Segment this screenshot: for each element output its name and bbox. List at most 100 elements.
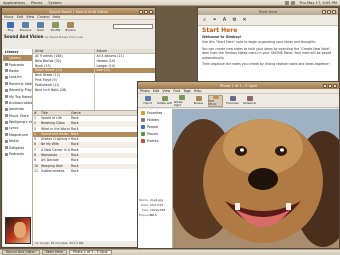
tag-label: Events: [147, 138, 159, 143]
fspot-tool-rotate-right[interactable]: Rotate Right: [174, 94, 189, 107]
clock[interactable]: Thu May 17, 4:05 PM: [296, 1, 340, 5]
source-icon: [5, 75, 8, 79]
previous-button[interactable]: Previous: [19, 21, 32, 32]
fspot-tool-slideshow[interactable]: Slideshow: [242, 95, 257, 107]
artist-row[interactable]: Nine Inch Nails (28): [33, 88, 94, 93]
fspot-tool-fullscreen[interactable]: Fullscreen: [225, 95, 240, 107]
source-label: Nokia: [9, 139, 19, 144]
source-label: Podcasts: [9, 152, 24, 157]
places-menu[interactable]: Places: [28, 1, 45, 5]
menu-view[interactable]: View: [26, 15, 34, 19]
fspot-tool-label: Browse: [193, 102, 204, 105]
maximize-button[interactable]: [327, 9, 331, 14]
source-label: Lyrics: [9, 126, 19, 131]
track-number: 11: [34, 168, 39, 173]
fspot-tool-label: Rotate Right: [174, 100, 183, 107]
tag-item[interactable]: Events: [138, 137, 172, 144]
source-label: Magnatune: [9, 132, 29, 137]
maximize-button[interactable]: [144, 9, 148, 14]
col-number[interactable]: #: [33, 111, 40, 115]
rhythmbox-titlebar[interactable]: Sound Booth | Sound Andi Vision: [2, 8, 155, 15]
fspot-tool-label: Edit Photo: [209, 99, 217, 106]
tag-item[interactable]: People: [138, 123, 172, 130]
fspot-tool-rotate-left[interactable]: Rotate Left: [157, 95, 172, 107]
close-button[interactable]: [332, 9, 336, 14]
source-icon: [5, 56, 8, 60]
tools-icon[interactable]: ⚙: [230, 16, 239, 25]
maximize-button[interactable]: [328, 83, 332, 88]
source-item[interactable]: Podcasts: [3, 151, 32, 157]
fspot-window: Photo 1 of 1 - F-Spot Photo Edit View Fi…: [137, 81, 340, 249]
search-input[interactable]: [113, 24, 153, 29]
tag-icon: [141, 124, 145, 129]
menu-view[interactable]: View: [162, 89, 170, 93]
source-label: Jamendo: [9, 107, 24, 112]
tag-label: Hidden: [147, 117, 160, 122]
rhythmbox-title: Sound Booth | Sound Andi Vision: [49, 9, 108, 14]
rotate-right-icon: [178, 94, 185, 100]
play-button[interactable]: Play: [4, 21, 17, 32]
shuffle-button[interactable]: Shuffle: [49, 21, 62, 32]
link-icon[interactable]: ⚭: [210, 16, 219, 25]
bottom-panel: Sound And Vision Start Here Photo 1 of 1 -…: [0, 249, 340, 255]
fspot-tool-edit-photo[interactable]: Edit Photo: [208, 94, 223, 107]
menu-music[interactable]: Music: [4, 15, 14, 19]
fspot-tool-browse[interactable]: Browse: [191, 95, 206, 107]
tag-label: People: [147, 124, 159, 129]
fspot-tool-label: Import: [143, 102, 152, 105]
tomboy-titlebar[interactable]: Start Here: [198, 8, 338, 15]
menu-edit[interactable]: Edit: [17, 15, 24, 19]
menu-edit[interactable]: Edit: [153, 89, 160, 93]
minimize-button[interactable]: [322, 9, 326, 14]
menu-help[interactable]: Help: [53, 15, 61, 19]
col-title[interactable]: Title: [40, 111, 70, 115]
rhythmbox-toolbar: Play Previous Next Shuffle Browse: [2, 20, 155, 33]
menu-find[interactable]: Find: [173, 89, 180, 93]
close-button[interactable]: [333, 83, 337, 88]
fspot-tool-import[interactable]: Import: [140, 95, 155, 107]
track-title: Subterraneans: [41, 168, 65, 173]
applications-menu[interactable]: Applications: [0, 1, 28, 5]
source-label: Radio: [9, 68, 19, 73]
network-icon[interactable]: [291, 0, 296, 5]
source-icon: [5, 107, 8, 111]
close-button[interactable]: [149, 9, 153, 14]
album-row[interactable]: Low (11): [94, 68, 155, 74]
taskbar-button[interactable]: Start Here: [41, 250, 67, 255]
note-paragraph-1: Use this "Start Here" note to begin orga…: [202, 40, 317, 45]
tag-item[interactable]: Hidden: [138, 116, 172, 123]
tag-label: Favorites: [147, 110, 163, 115]
menu-control[interactable]: Control: [37, 15, 49, 19]
fspot-titlebar[interactable]: Photo 1 of 1 - F-Spot: [138, 82, 339, 89]
taskbar-button[interactable]: Photo 1 of 1 - F-Spot: [68, 250, 112, 255]
tag-icon: [141, 131, 145, 136]
tag-item[interactable]: Places: [138, 130, 172, 137]
taskbar-button[interactable]: Sound And Vision: [2, 250, 40, 255]
tag-sidebar: Favorites Hidden People Places Events Name: d…: [138, 109, 173, 248]
rhythmbox-window: Sound Booth | Sound Andi Vision Music Ed…: [1, 7, 156, 248]
source-icon: [5, 120, 8, 124]
note-paragraph-2: You can create new notes to hold your id…: [202, 47, 332, 60]
note-content[interactable]: Start Here Welcome to Gimboy! Use this "…: [198, 26, 338, 72]
menu-tags[interactable]: Tags: [183, 89, 191, 93]
search-icon[interactable]: ⌕: [200, 16, 209, 25]
volume-icon[interactable]: [285, 0, 290, 5]
note-paragraph-3: Then organize the notes you create by li…: [202, 62, 330, 67]
system-menu[interactable]: System: [45, 1, 64, 5]
next-button[interactable]: Next: [34, 21, 47, 32]
menu-photo[interactable]: Photo: [140, 89, 150, 93]
text-icon[interactable]: A: [220, 16, 229, 25]
dog-photo: [173, 109, 339, 248]
photo-info: Name: dog1.jpg Date: 05/17/07 Size: 1024x768 E…: [138, 197, 173, 219]
minimize-button[interactable]: [323, 83, 327, 88]
menu-help[interactable]: Help: [194, 89, 202, 93]
delete-icon[interactable]: ✕: [240, 16, 249, 25]
photo-view[interactable]: [173, 109, 339, 248]
import-icon: [144, 96, 151, 101]
browse-button[interactable]: Browse: [64, 21, 77, 32]
tag-item[interactable]: Favorites: [138, 109, 172, 116]
source-icon: [5, 126, 8, 130]
source-icon: [5, 114, 8, 118]
source-list: Library Library Podcasts Radio Last.fm Recen…: [3, 49, 33, 246]
minimize-button[interactable]: [139, 9, 143, 14]
